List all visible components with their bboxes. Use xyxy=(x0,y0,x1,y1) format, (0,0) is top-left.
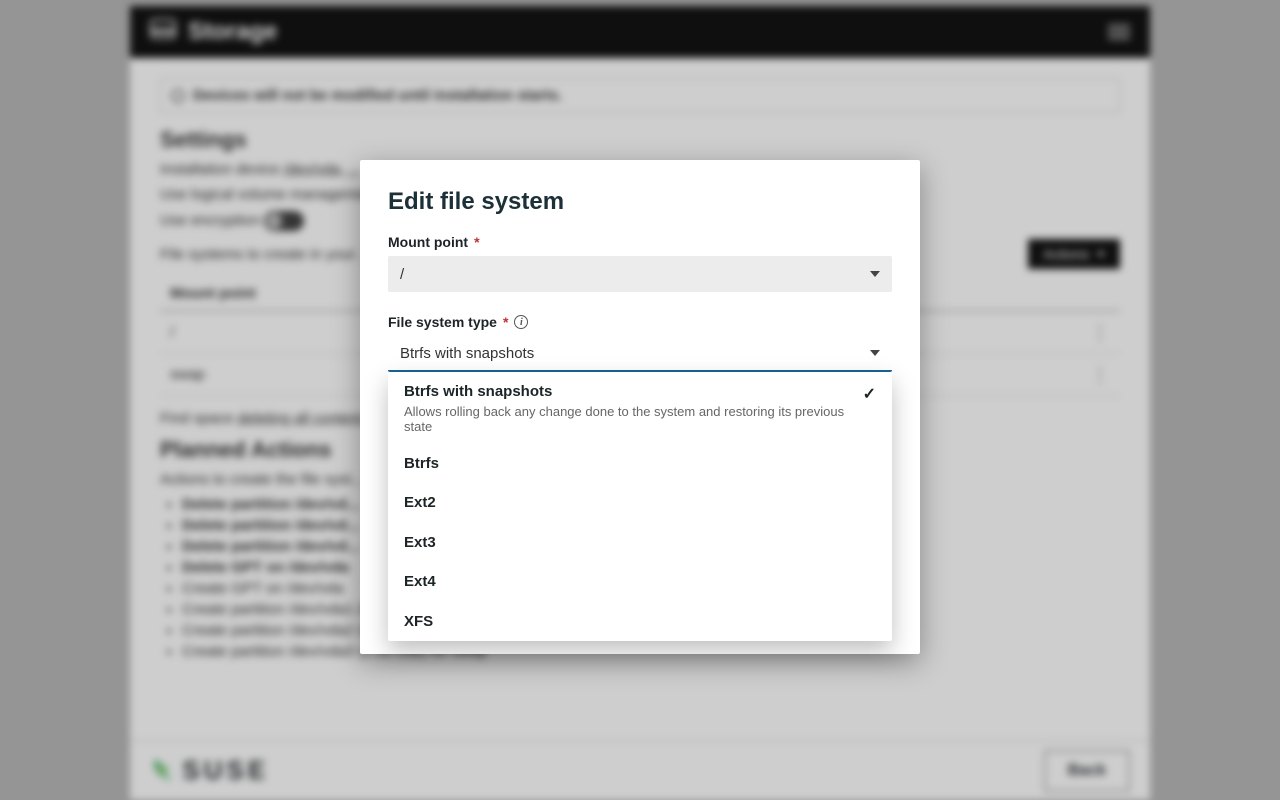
option-label: Btrfs xyxy=(404,454,439,474)
edit-filesystem-dialog: Edit file system Mount point* / File sys… xyxy=(360,160,920,654)
option-description: Allows rolling back any change done to t… xyxy=(404,404,851,434)
fs-type-option[interactable]: Btrfs with snapshotsAllows rolling back … xyxy=(388,372,892,444)
fs-type-dropdown: Btrfs with snapshotsAllows rolling back … xyxy=(388,372,892,641)
fs-type-select[interactable]: Btrfs with snapshots xyxy=(388,336,892,372)
mount-point-select[interactable]: / xyxy=(388,256,892,292)
option-label: Ext2 xyxy=(404,493,436,513)
option-label: Ext3 xyxy=(404,533,436,553)
chevron-down-icon xyxy=(870,271,880,277)
fs-type-option[interactable]: Ext2 xyxy=(388,483,892,523)
mount-point-value: / xyxy=(400,266,404,283)
chevron-down-icon xyxy=(870,350,880,356)
fs-type-option[interactable]: Ext3 xyxy=(388,523,892,563)
fs-type-option[interactable]: Btrfs xyxy=(388,444,892,484)
fs-type-value: Btrfs with snapshots xyxy=(400,345,534,362)
fs-type-option[interactable]: Ext4 xyxy=(388,562,892,602)
option-label: XFS xyxy=(404,612,433,632)
info-icon[interactable]: i xyxy=(514,315,528,329)
option-label: Ext4 xyxy=(404,572,436,592)
mount-point-label: Mount point* xyxy=(388,234,892,250)
dialog-title: Edit file system xyxy=(388,188,892,216)
fs-type-option[interactable]: XFS xyxy=(388,602,892,642)
fs-type-label: File system type* i xyxy=(388,314,892,330)
check-icon: ✓ xyxy=(863,384,876,404)
option-label: Btrfs with snapshots xyxy=(404,382,851,402)
